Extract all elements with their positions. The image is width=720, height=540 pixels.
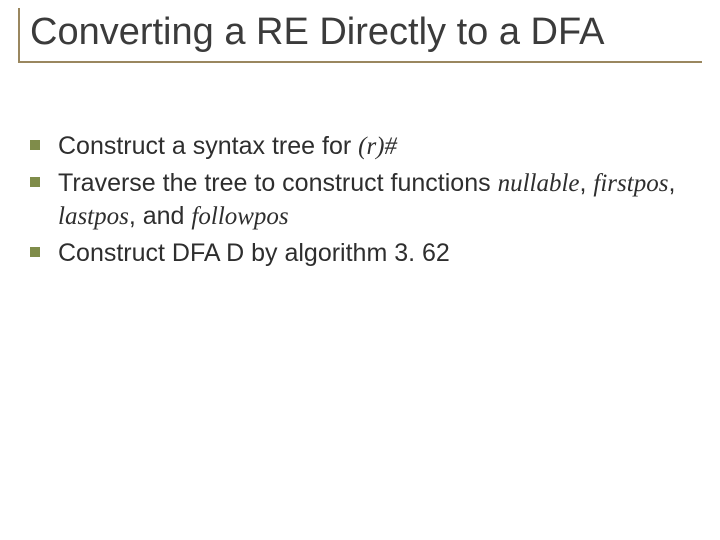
text-run: , xyxy=(668,169,675,197)
bullet-icon xyxy=(30,247,40,257)
italic-run: nullable xyxy=(498,170,580,197)
text-run: , and xyxy=(129,202,192,230)
text-run: Construct DFA D by algorithm 3. 62 xyxy=(58,239,450,267)
italic-run: (r)# xyxy=(358,133,397,160)
text-run: Construct a syntax tree for xyxy=(58,132,358,160)
slide-body: Construct a syntax tree for (r)# Travers… xyxy=(30,130,690,273)
bullet-icon xyxy=(30,177,40,187)
text-run: , xyxy=(580,169,594,197)
slide: Converting a RE Directly to a DFA Constr… xyxy=(0,0,720,540)
bullet-icon xyxy=(30,140,40,150)
slide-title: Converting a RE Directly to a DFA xyxy=(30,10,702,55)
italic-run: lastpos xyxy=(58,203,129,230)
list-item-text: Traverse the tree to construct functions… xyxy=(58,167,690,233)
title-frame: Converting a RE Directly to a DFA xyxy=(18,8,702,63)
text-run: Traverse the tree to construct functions xyxy=(58,169,498,197)
list-item: Construct DFA D by algorithm 3. 62 xyxy=(30,237,690,269)
list-item-text: Construct DFA D by algorithm 3. 62 xyxy=(58,237,690,269)
list-item: Construct a syntax tree for (r)# xyxy=(30,130,690,163)
list-item-text: Construct a syntax tree for (r)# xyxy=(58,130,690,163)
italic-run: followpos xyxy=(191,203,288,230)
list-item: Traverse the tree to construct functions… xyxy=(30,167,690,233)
italic-run: firstpos xyxy=(593,170,668,197)
